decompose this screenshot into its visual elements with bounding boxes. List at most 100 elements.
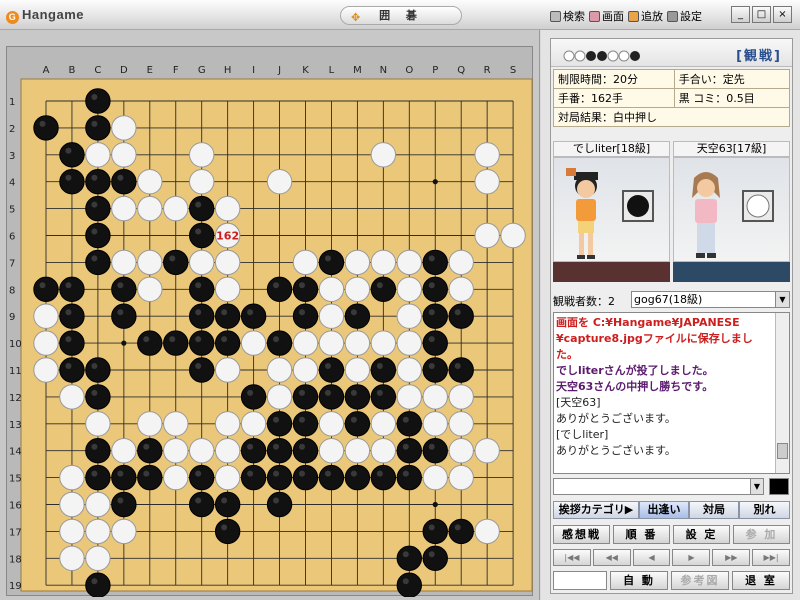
white-stone[interactable] [85,142,111,168]
order-button[interactable]: 順 番 [613,525,670,544]
player-black-card[interactable] [553,157,670,262]
white-stone[interactable] [214,438,241,464]
white-stone[interactable] [59,384,85,410]
reference-diagram-button[interactable]: 参考図 [671,571,729,590]
white-stone[interactable] [111,518,137,545]
white-stone[interactable] [292,330,319,356]
white-stone[interactable] [137,249,163,276]
black-stone[interactable] [85,357,111,383]
white-stone[interactable] [163,464,189,491]
watchers-dropdown[interactable]: gog67(18級) ▼ [631,291,790,308]
white-stone[interactable] [448,464,474,491]
white-stone[interactable] [370,249,397,276]
black-stone[interactable] [422,438,448,464]
white-stone[interactable] [59,464,85,491]
black-stone[interactable] [189,357,215,383]
black-stone[interactable] [344,303,371,329]
white-stone[interactable] [163,411,189,437]
black-stone[interactable] [292,411,319,437]
black-stone[interactable] [396,545,422,571]
black-stone[interactable] [422,545,448,571]
white-stone[interactable] [214,276,241,303]
black-stone[interactable] [422,276,448,303]
white-stone[interactable] [474,438,500,464]
black-stone[interactable] [422,357,448,383]
greeting-meet-button[interactable]: 出逢い [639,501,689,519]
black-stone[interactable] [370,276,397,303]
black-stone[interactable] [214,518,241,545]
white-stone[interactable] [189,438,215,464]
black-stone[interactable] [163,249,189,276]
black-stone[interactable] [111,169,137,195]
black-stone[interactable] [189,330,215,356]
black-stone[interactable] [344,464,371,491]
white-stone[interactable] [85,491,111,518]
white-stone[interactable] [189,249,215,276]
fast-back-icon[interactable]: ◀◀ [592,549,631,566]
close-button[interactable]: × [773,6,792,23]
black-stone[interactable] [396,438,422,464]
black-stone[interactable] [189,195,215,222]
go-board[interactable]: A B C D E F G H I J K L M N O P Q R S123456789101112131415… [7,47,534,597]
white-stone[interactable] [396,357,422,383]
white-stone[interactable] [111,115,137,141]
white-stone[interactable] [33,330,59,356]
black-stone[interactable] [137,438,163,464]
white-stone[interactable] [85,545,111,571]
chat-input[interactable]: ▼ [553,478,764,495]
black-stone[interactable] [396,464,422,491]
review-button[interactable]: 感想戦 [553,525,610,544]
white-stone[interactable] [163,195,189,222]
white-stone[interactable] [318,411,345,437]
black-stone[interactable] [292,464,319,491]
black-stone[interactable] [266,491,293,518]
white-stone[interactable] [344,438,371,464]
white-stone[interactable] [85,518,111,545]
white-stone[interactable] [33,357,59,383]
white-stone[interactable] [474,169,500,195]
black-stone[interactable] [266,276,293,303]
maximize-button[interactable]: □ [752,6,771,23]
white-stone[interactable] [137,195,163,222]
white-stone[interactable] [214,464,241,491]
black-stone[interactable] [189,276,215,303]
white-stone[interactable] [214,195,241,222]
black-stone[interactable] [292,438,319,464]
chat-scrollbar[interactable] [775,313,789,473]
black-stone[interactable] [240,303,267,329]
white-stone[interactable] [448,249,474,276]
white-stone[interactable] [137,411,163,437]
black-stone[interactable] [422,303,448,329]
white-stone[interactable] [396,330,422,356]
white-stone[interactable] [448,276,474,303]
black-stone[interactable] [266,438,293,464]
menu-kick[interactable]: 追放 [628,8,663,24]
black-stone[interactable] [266,411,293,437]
black-stone[interactable] [396,411,422,437]
white-stone[interactable] [422,384,448,410]
white-stone[interactable] [137,169,163,195]
black-stone[interactable] [59,276,85,303]
white-stone[interactable] [111,438,137,464]
black-stone[interactable] [59,330,85,356]
black-stone[interactable] [189,303,215,329]
black-stone[interactable] [240,384,267,410]
black-stone[interactable] [370,357,397,383]
white-stone[interactable] [240,411,267,437]
black-stone[interactable] [448,518,474,545]
black-stone[interactable] [59,357,85,383]
black-stone[interactable] [266,330,293,356]
white-stone[interactable] [318,303,345,329]
white-stone[interactable] [344,357,371,383]
white-stone[interactable] [266,169,293,195]
black-stone[interactable] [318,249,345,276]
white-stone[interactable] [474,518,500,545]
white-stone[interactable] [448,438,474,464]
black-stone[interactable] [85,169,111,195]
hangame-logo[interactable]: G Hangame [6,7,84,24]
black-stone[interactable] [214,303,241,329]
white-stone[interactable] [33,303,59,329]
white-stone[interactable] [422,464,448,491]
white-stone[interactable] [474,142,500,168]
menu-search[interactable]: 検索 [550,8,585,24]
